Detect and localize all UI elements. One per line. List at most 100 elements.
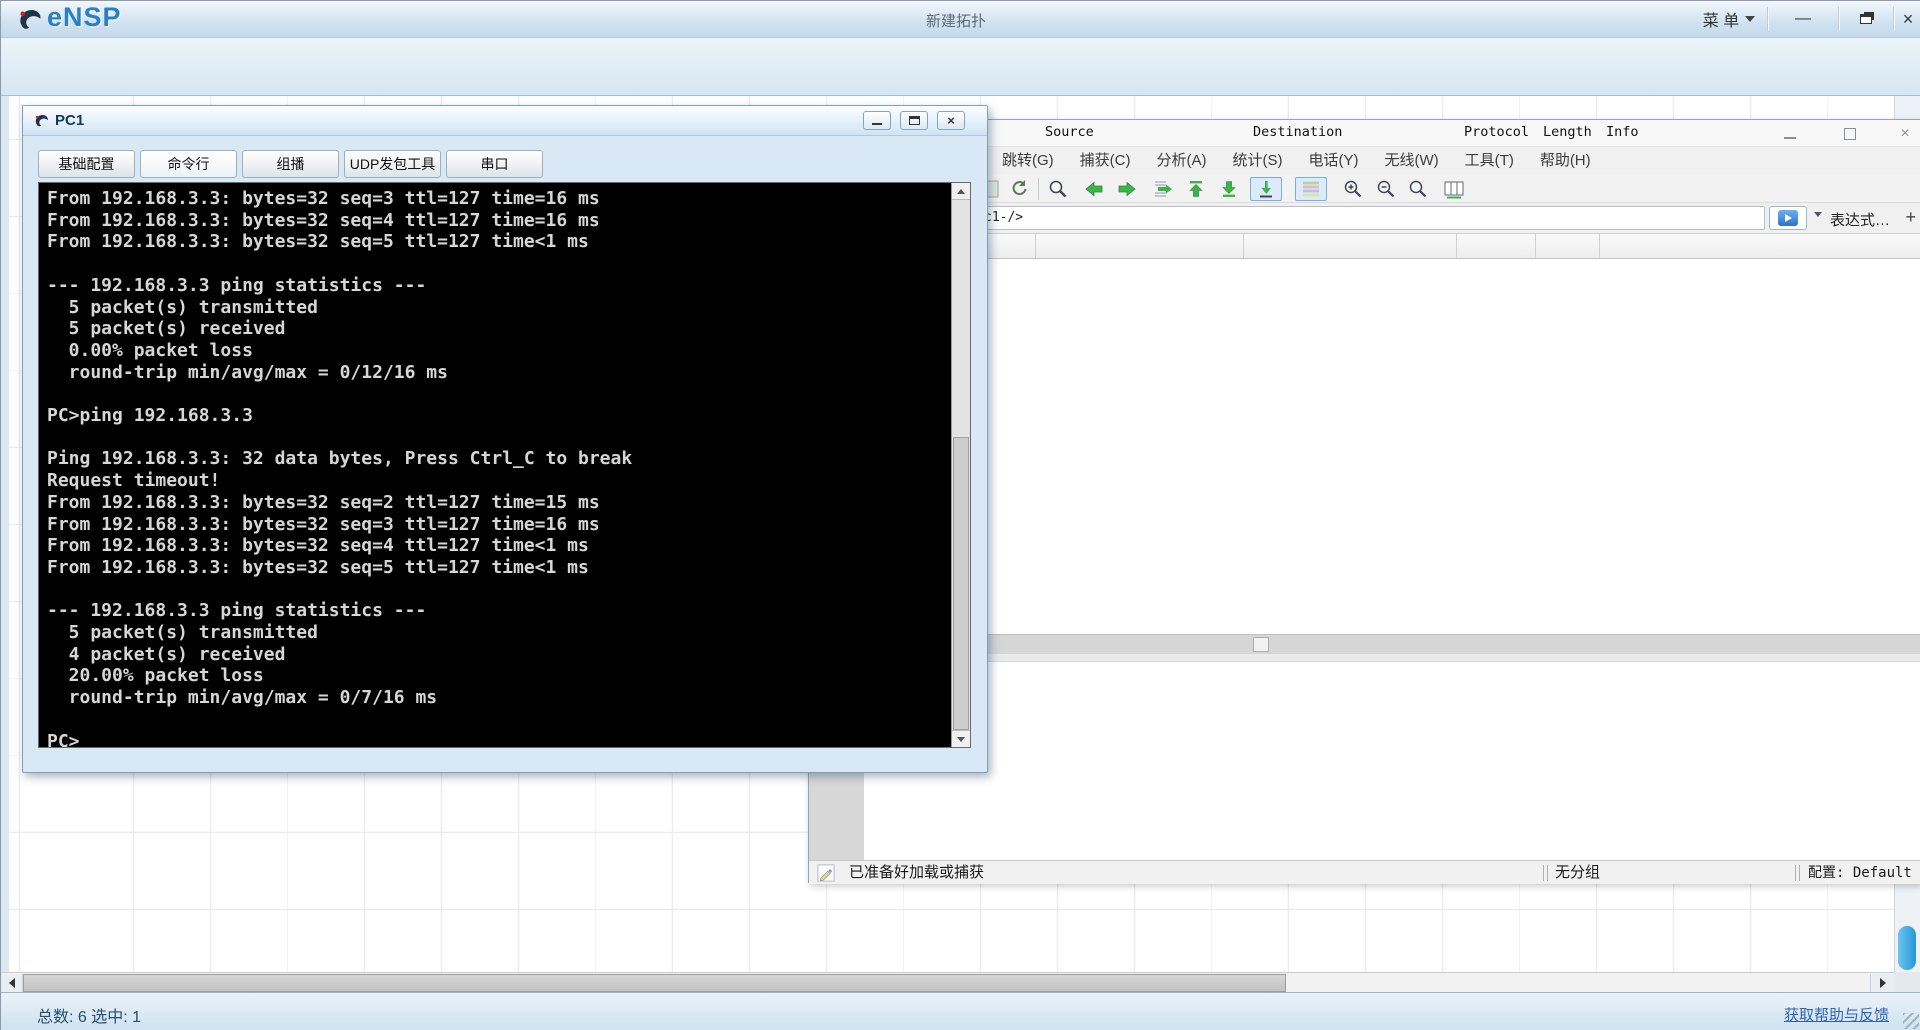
- pc1-tab-3[interactable]: UDP发包工具: [344, 150, 441, 178]
- status-profile[interactable]: 配置: Default: [1808, 861, 1912, 885]
- column-separator[interactable]: [1535, 234, 1536, 258]
- wireshark-menu-6[interactable]: 工具(T): [1452, 147, 1527, 175]
- scroll-up-button[interactable]: [952, 183, 970, 200]
- find-glyph: [1049, 180, 1067, 198]
- resize-grip[interactable]: [1903, 1013, 1919, 1029]
- top-glyph: [1189, 181, 1203, 197]
- filter-input[interactable]: c1-/>: [979, 206, 1765, 230]
- canvas-hscrollbar[interactable]: [1, 972, 1894, 992]
- resize-columns-icon[interactable]: [1441, 177, 1467, 201]
- pc1-tab-2[interactable]: 组播: [242, 150, 339, 178]
- column-header-0[interactable]: Source: [1045, 124, 1094, 140]
- next-packet-icon[interactable]: [1114, 177, 1140, 201]
- pc1-window-title: PC1: [55, 112, 85, 129]
- reload-icon[interactable]: [1006, 177, 1032, 201]
- ws-zoom-in-glyph: [1344, 180, 1362, 198]
- wireshark-maximize-button[interactable]: [1832, 122, 1868, 145]
- selection-summary: 总数: 6 选中: 1: [37, 1009, 142, 1026]
- restore-button[interactable]: [1842, 4, 1890, 34]
- pc1-window[interactable]: PC1 × 基础配置 命令行 组播 UDP发包工具 串口 From 192.168.3.…: [22, 105, 988, 773]
- menu-button[interactable]: 菜 单: [1693, 4, 1765, 34]
- ensp-titlebar: eNSP 新建拓扑 菜 单 — ×: [1, 1, 1920, 38]
- help-feedback-link[interactable]: 获取帮助与反馈: [1784, 1004, 1889, 1025]
- column-header-1[interactable]: Destination: [1253, 124, 1342, 140]
- column-separator[interactable]: [1456, 234, 1457, 258]
- wireshark-menu-2[interactable]: 分析(A): [1144, 147, 1220, 175]
- pc1-minimize-button[interactable]: [863, 111, 891, 130]
- pc1-tab-bar[interactable]: 基础配置 命令行 组播 UDP发包工具 串口: [38, 150, 548, 178]
- colorize-icon[interactable]: [1295, 177, 1327, 201]
- status-ready-text: 已准备好加载或捕获: [849, 864, 985, 881]
- next-glyph: [1118, 181, 1136, 197]
- wireshark-menu-1[interactable]: 捕获(C): [1067, 147, 1144, 175]
- column-separator[interactable]: [1035, 234, 1036, 258]
- pc1-tab-1[interactable]: 命令行: [140, 150, 237, 178]
- annotate-pencil-icon[interactable]: [817, 864, 835, 882]
- wireshark-menu-7[interactable]: 帮助(H): [1527, 147, 1604, 175]
- ws-zoom-out-glyph: [1377, 180, 1395, 198]
- ensp-mini-logo-icon: [35, 115, 48, 127]
- minimize-icon: —: [1795, 10, 1811, 27]
- apply-filter-button[interactable]: [1769, 206, 1807, 230]
- expression-button[interactable]: 表达式…: [1830, 209, 1890, 230]
- ensp-statusbar: 总数: 6 选中: 1 获取帮助与反馈: [1, 992, 1920, 1030]
- wireshark-menubar[interactable]: 跳转(G) 捕获(C) 分析(A) 统计(S) 电话(Y) 无线(W) 工具(T) 帮助(H): [989, 147, 1604, 175]
- column-separator[interactable]: [1243, 234, 1244, 258]
- column-header-2[interactable]: Protocol: [1464, 124, 1529, 140]
- titlebar-separator: [1838, 7, 1840, 31]
- zoom-out-packet-icon[interactable]: [1373, 177, 1399, 201]
- auto-scroll-icon[interactable]: [1250, 177, 1282, 201]
- hscrollbar-thumb[interactable]: [23, 974, 1286, 992]
- scroll-right-button[interactable]: [1870, 974, 1894, 992]
- minimize-icon: [872, 123, 882, 125]
- right-arrow-icon: [1879, 978, 1886, 988]
- pc1-tab-0[interactable]: 基础配置: [38, 150, 135, 178]
- terminal-output[interactable]: From 192.168.3.3: bytes=32 seq=3 ttl=127…: [39, 183, 951, 747]
- wireshark-menu-3[interactable]: 统计(S): [1220, 147, 1296, 175]
- wireshark-menu-0[interactable]: 跳转(G): [989, 147, 1067, 175]
- scroll-down-button[interactable]: [952, 730, 970, 747]
- wireshark-minimize-button[interactable]: [1772, 122, 1808, 145]
- terminal[interactable]: From 192.168.3.3: bytes=32 seq=3 ttl=127…: [38, 182, 971, 748]
- titlebar-separator: [1767, 7, 1769, 31]
- ws-zoom-reset-glyph: [1409, 180, 1427, 198]
- terminal-scrollbar[interactable]: [951, 183, 970, 747]
- zoom-reset-icon[interactable]: [1405, 177, 1431, 201]
- vertical-scrollbar-thumb[interactable]: [1898, 926, 1916, 970]
- find-icon[interactable]: [1045, 177, 1071, 201]
- previous-packet-icon[interactable]: [1081, 177, 1107, 201]
- toolbar-separator: [1038, 178, 1039, 200]
- previous-glyph: [1085, 181, 1103, 197]
- wireshark-menu-5[interactable]: 无线(W): [1372, 147, 1452, 175]
- wireshark-menu-4[interactable]: 电话(Y): [1296, 147, 1372, 175]
- maximize-icon: [908, 116, 920, 125]
- filter-dropdown-caret-icon[interactable]: [1814, 212, 1822, 217]
- add-filter-button[interactable]: +: [1905, 207, 1916, 228]
- close-icon: ×: [1900, 124, 1910, 142]
- auto-scroll-glyph: [1260, 181, 1272, 198]
- go-to-top-icon[interactable]: [1183, 177, 1209, 201]
- ensp-logo-text: eNSP: [47, 2, 122, 32]
- hscrollbar-thumb[interactable]: [1253, 637, 1269, 652]
- column-header-4[interactable]: Info: [1606, 124, 1639, 140]
- go-to-bottom-icon[interactable]: [1216, 177, 1242, 201]
- pc1-titlebar[interactable]: PC1 ×: [23, 106, 987, 136]
- wireshark-statusbar: 已准备好加载或捕获 无分组 配置: Default: [809, 860, 1920, 884]
- scroll-left-button[interactable]: [1, 974, 23, 992]
- minimize-button[interactable]: —: [1773, 4, 1833, 34]
- pc1-tab-4[interactable]: 串口: [446, 150, 543, 178]
- ensp-logo-icon: [20, 10, 41, 29]
- pc1-maximize-button[interactable]: [900, 111, 928, 130]
- close-icon: ×: [1902, 8, 1914, 29]
- scrollbar-corner: [1894, 972, 1920, 992]
- column-header-3[interactable]: Length: [1543, 124, 1592, 140]
- pc1-close-button[interactable]: ×: [937, 111, 965, 130]
- zoom-in-packet-icon[interactable]: [1340, 177, 1366, 201]
- status-separator: [1543, 865, 1548, 881]
- terminal-scrollbar-thumb[interactable]: [953, 436, 969, 730]
- wireshark-close-button[interactable]: ×: [1887, 122, 1920, 145]
- go-to-packet-icon[interactable]: [1149, 177, 1175, 201]
- close-button[interactable]: ×: [1895, 4, 1920, 34]
- column-separator[interactable]: [1599, 234, 1600, 258]
- colorize-glyph: [1303, 181, 1319, 197]
